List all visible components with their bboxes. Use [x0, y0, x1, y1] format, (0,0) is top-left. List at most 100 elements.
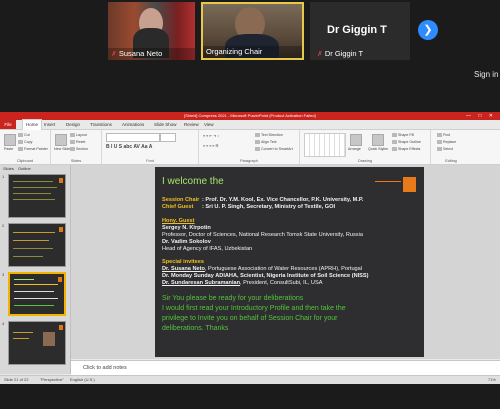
layout-button[interactable]: Layout	[70, 133, 87, 138]
font-label: Font	[146, 159, 154, 163]
slide-thumbnail[interactable]: 1	[2, 174, 68, 219]
invitee2: Dr. Monday Sunday ADIAHA, Scientist, Nig…	[162, 273, 369, 279]
arrange-button[interactable]: Arrange	[348, 147, 361, 151]
binoculars-icon	[437, 133, 442, 138]
cursor-icon	[437, 147, 442, 152]
tab-transitions[interactable]: Transitions	[90, 120, 112, 129]
notes-pane[interactable]: Click to add notes	[71, 360, 500, 375]
new-slide-button[interactable]: New Slide	[54, 147, 70, 151]
outline-icon	[392, 140, 397, 145]
slides-group: New Slide Layout Reset Section Slides	[51, 130, 102, 164]
tab-animations[interactable]: Animations	[122, 120, 144, 129]
slides-label: Slides	[70, 159, 82, 163]
list-buttons[interactable]: ≡ ≡ ⇤ ⇥ ↕	[203, 134, 219, 138]
shape-effects-button[interactable]: Shape Effects	[392, 147, 420, 152]
paste-button[interactable]: Paste	[4, 147, 13, 151]
paste-icon[interactable]	[4, 134, 16, 146]
paragraph-label: Paragraph	[240, 159, 258, 163]
session-chair-label: Session Chair	[162, 197, 200, 203]
reset-button[interactable]: Reset	[70, 140, 85, 145]
align-text-button[interactable]: Align Text	[255, 140, 277, 145]
paragraph-group: ≡ ≡ ⇤ ⇥ ↕ ≡ ≡ ≡ ≡ ☰ Text Direction Align…	[199, 130, 300, 164]
select-button[interactable]: Select	[437, 147, 453, 152]
align-text-icon	[255, 140, 260, 145]
tab-design[interactable]: Design	[66, 120, 80, 129]
copy-icon	[18, 140, 23, 145]
bold-button[interactable]: B I U S abc AV Aa A	[106, 144, 152, 150]
font-name-select[interactable]	[106, 133, 160, 142]
scissors-icon	[18, 133, 23, 138]
pane-tabs: Slides Outline	[0, 165, 70, 172]
zoom-level[interactable]: 71%	[436, 376, 496, 384]
tab-slides[interactable]: Slides	[3, 166, 14, 171]
quick-styles-button[interactable]: Quick Styles	[368, 147, 388, 151]
cut-button[interactable]: Cut	[18, 133, 30, 138]
shape-outline-button[interactable]: Shape Outline	[392, 140, 421, 145]
meeting-footer	[0, 384, 500, 409]
invitee3-name: Dr. Sundaresan Subramanian	[162, 280, 241, 286]
slide-heading: I welcome the	[162, 176, 224, 187]
closing-line-4: deliberations. Thanks	[162, 325, 229, 332]
text-direction-button[interactable]: Text Direction	[255, 133, 283, 138]
tab-review[interactable]: Review	[184, 120, 199, 129]
shape-fill-button[interactable]: Shape Fill	[392, 133, 414, 138]
quick-styles-icon[interactable]	[372, 134, 384, 146]
guest2-role: Head of Agency of IFAS, Uzbekistan	[162, 246, 253, 252]
slide-thumbnail[interactable]: 4	[2, 321, 68, 366]
arrange-icon[interactable]	[350, 134, 362, 146]
ribbon: Paste Cut Copy Format Painter Clipboard …	[0, 130, 500, 165]
featured-participant-name: Dr Giggin T	[327, 24, 387, 36]
notes-placeholder: Click to add notes	[83, 365, 127, 371]
format-painter-button[interactable]: Format Painter	[18, 147, 48, 152]
clipboard-label: Clipboard	[16, 159, 34, 163]
slide-thumbnail[interactable]: 2	[2, 223, 68, 268]
drawing-label: Drawing	[358, 159, 372, 163]
special-invitees-label: Special invitees	[162, 259, 204, 265]
editing-label: Editing	[445, 159, 457, 163]
section-button[interactable]: Section	[70, 147, 88, 152]
clipboard-group: Paste Cut Copy Format Painter Clipboard	[0, 130, 51, 164]
session-chair-text: : Prof. Dr. Y.M. Kool, Ex. Vice Chancell…	[202, 197, 364, 203]
font-size-select[interactable]	[160, 133, 176, 142]
new-slide-icon[interactable]	[55, 134, 67, 146]
tab-outline[interactable]: Outline	[18, 166, 31, 171]
status-bar: Slide 21 of 22 "Perspective" English (U.…	[0, 375, 500, 384]
convert-smartart-button[interactable]: Convert to SmartArt	[255, 147, 293, 152]
copy-button[interactable]: Copy	[18, 140, 32, 145]
hony-guest-label: Hony. Guest	[162, 218, 195, 224]
fill-icon	[392, 133, 397, 138]
next-page-button[interactable]: ❯	[418, 20, 438, 40]
tab-insert[interactable]: Insert	[44, 120, 55, 129]
tab-home[interactable]: Home	[22, 119, 43, 130]
invitee3-affiliation: , President, ConsultSubi, IL, USA	[240, 280, 323, 286]
window-title: [Shield] Compress 2021 - Microsoft Power…	[184, 113, 316, 118]
participant-tile-susana-neto[interactable]: ✗ Susana Neto	[108, 2, 195, 60]
window-controls[interactable]: — □ ✕	[466, 112, 496, 120]
shapes-gallery[interactable]	[304, 133, 346, 157]
language-indicator[interactable]: English (U.S.)	[70, 376, 95, 384]
powerpoint-window: [Shield] Compress 2021 - Microsoft Power…	[0, 112, 500, 409]
invitee1-affiliation: , Portuguese Association of Water Resour…	[204, 266, 363, 272]
closing-line-1: Sir You please be ready for your deliber…	[162, 295, 304, 302]
slide-counter: Slide 21 of 22	[4, 377, 29, 382]
slide-editing-area[interactable]: I welcome the Session Chair : Prof. Dr. …	[71, 165, 500, 359]
mic-muted-icon: ✗	[317, 51, 323, 58]
participant-tile-organizing-chair[interactable]: Organizing Chair	[201, 2, 304, 60]
file-tab[interactable]: File	[0, 120, 16, 129]
participant-name: Organizing Chair	[206, 47, 263, 56]
mic-muted-icon: ✗	[111, 51, 117, 58]
sign-in-link[interactable]: Sign in	[474, 70, 498, 79]
video-participants-strip: ✗ Susana Neto Organizing Chair ✗ Dr Giggin…	[0, 0, 500, 112]
font-group: B I U S abc AV Aa A Font	[102, 130, 199, 164]
invitee1-name: Dr. Susana Neto	[162, 266, 205, 272]
editing-group: Find Replace Select Editing	[431, 130, 471, 164]
tab-view[interactable]: View	[204, 120, 214, 129]
tab-slide-show[interactable]: Slide Show	[154, 120, 177, 129]
slide-thumbnail-selected[interactable]: 3	[2, 272, 68, 317]
text-direction-icon	[255, 133, 260, 138]
align-buttons[interactable]: ≡ ≡ ≡ ≡ ☰	[203, 144, 219, 148]
current-slide[interactable]: I welcome the Session Chair : Prof. Dr. …	[155, 167, 424, 357]
theme-name: "Perspective"	[40, 377, 64, 382]
replace-button[interactable]: Replace	[437, 140, 456, 145]
find-button[interactable]: Find	[437, 133, 450, 138]
